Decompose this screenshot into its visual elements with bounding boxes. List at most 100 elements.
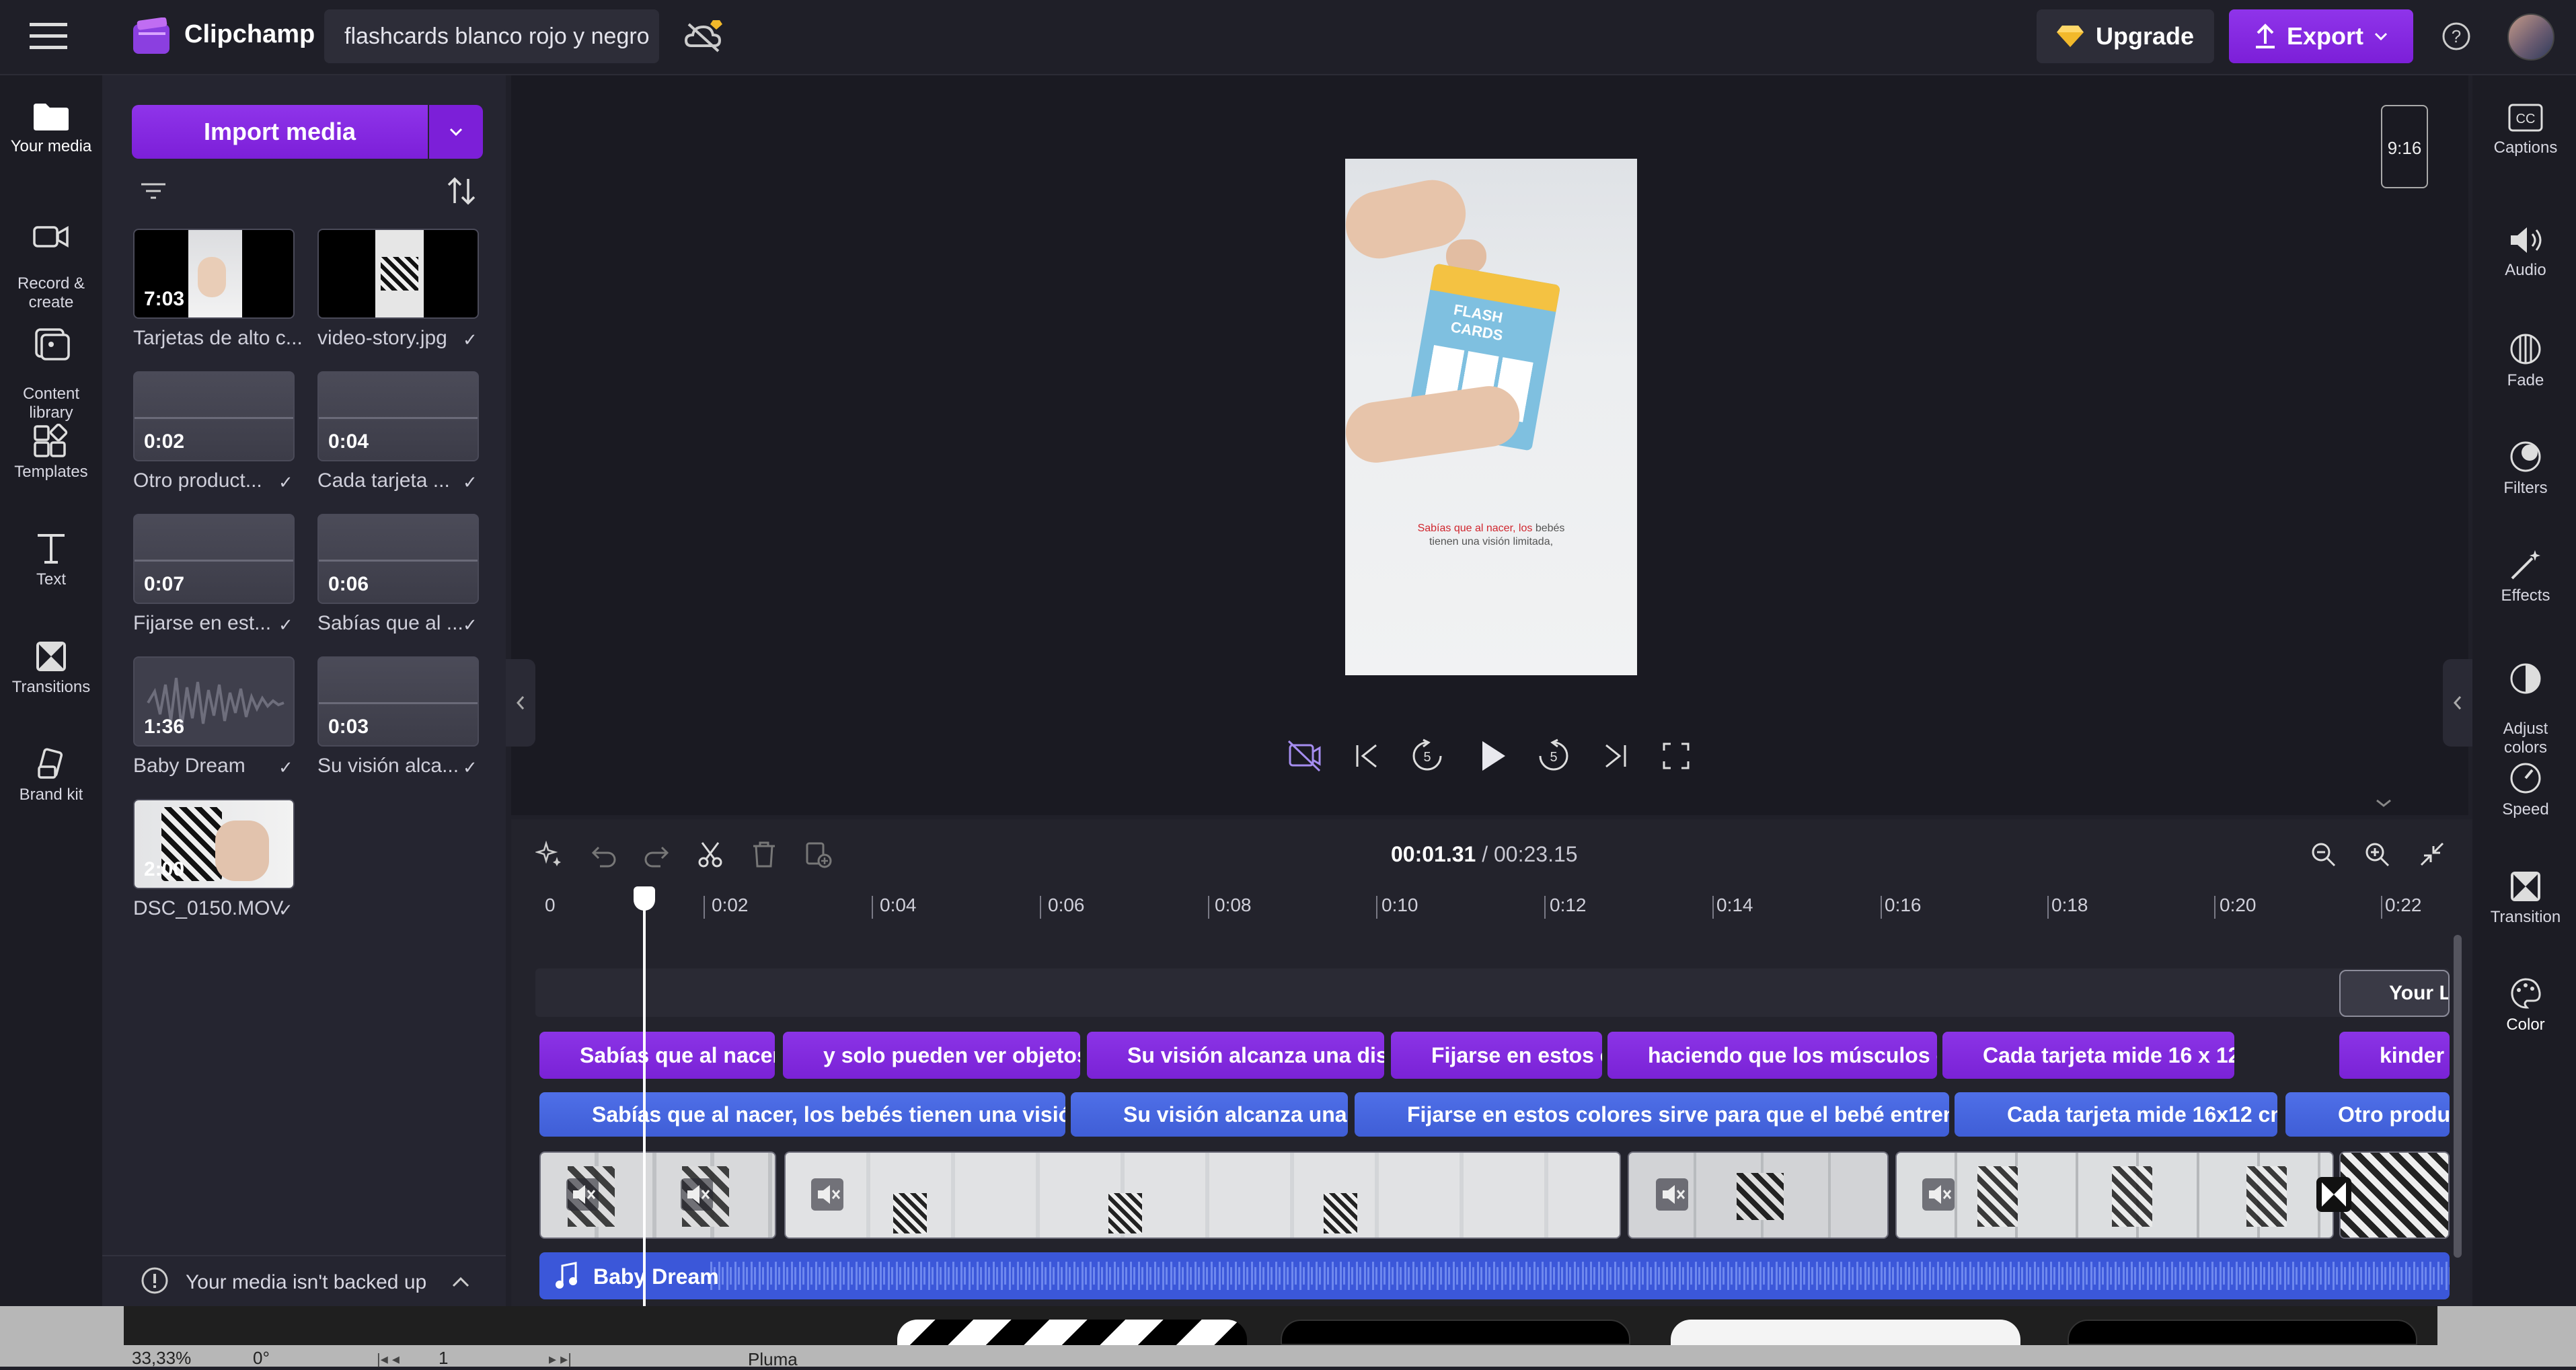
- cloud-sync-off-icon[interactable]: [683, 16, 726, 56]
- timeline-scrollbar[interactable]: [2454, 935, 2462, 1258]
- media-name: Otro product...: [133, 469, 262, 492]
- export-button[interactable]: Export: [2229, 9, 2413, 63]
- host-nav-icons-right[interactable]: ▸ ▸|: [549, 1350, 572, 1368]
- collapse-left-panel-button[interactable]: [506, 659, 535, 747]
- transition-marker-icon[interactable]: [2316, 1177, 2351, 1212]
- voiceover-clip[interactable]: Su visión alcanza una dis: [1071, 1092, 1348, 1137]
- video-clip[interactable]: [2339, 1151, 2450, 1239]
- media-thumbnail[interactable]: 0:04: [317, 371, 479, 461]
- sort-icon[interactable]: [447, 176, 476, 206]
- duplicate-icon[interactable]: [804, 841, 833, 869]
- upload-icon: [2255, 24, 2275, 48]
- split-scissors-icon[interactable]: [697, 841, 724, 869]
- voiceover-clip[interactable]: Otro produc: [2285, 1092, 2450, 1137]
- media-thumbnail[interactable]: 2:00: [133, 799, 295, 889]
- collapse-right-panel-button[interactable]: [2443, 659, 2472, 747]
- ai-preview-icon[interactable]: [1286, 737, 1324, 775]
- panel-filters[interactable]: Filters: [2482, 440, 2569, 498]
- check-icon: ✓: [463, 330, 478, 350]
- voiceover-clip[interactable]: Fijarse en estos colores sirve para que …: [1355, 1092, 1949, 1137]
- mute-icon[interactable]: [566, 1178, 599, 1211]
- panel-adjust-colors[interactable]: Adjust colors: [2482, 643, 2569, 776]
- redo-icon[interactable]: [643, 842, 670, 869]
- timeline-ruler[interactable]: [535, 892, 2466, 925]
- import-media-button[interactable]: Import media: [132, 105, 428, 159]
- media-thumbnail[interactable]: 0:06: [317, 514, 479, 604]
- playhead[interactable]: [643, 890, 646, 1307]
- forward-5-icon[interactable]: 5: [1535, 737, 1573, 775]
- panel-fade[interactable]: Fade: [2482, 332, 2569, 390]
- delete-icon[interactable]: [751, 841, 778, 869]
- skip-to-start-icon[interactable]: [1348, 737, 1386, 775]
- audio-clip[interactable]: Baby Dream: [539, 1252, 2450, 1299]
- media-thumbnail[interactable]: [317, 229, 479, 319]
- panel-speed[interactable]: Speed: [2482, 761, 2569, 819]
- host-nav-icons[interactable]: |◂ ◂: [377, 1350, 400, 1368]
- media-thumbnail[interactable]: 0:03: [317, 656, 479, 747]
- text-clip[interactable]: kinder: [2339, 1032, 2450, 1079]
- panel-color[interactable]: Color: [2482, 977, 2569, 1034]
- panel-audio[interactable]: Audio: [2482, 225, 2569, 280]
- media-thumbnail[interactable]: 0:02: [133, 371, 295, 461]
- host-angle-field[interactable]: 0°: [253, 1348, 270, 1369]
- fullscreen-icon[interactable]: [1657, 737, 1695, 775]
- help-icon[interactable]: ?: [2441, 22, 2471, 51]
- panel-label: Speed: [2502, 800, 2549, 819]
- play-button[interactable]: [1473, 737, 1511, 775]
- media-thumbnail[interactable]: 7:03: [133, 229, 295, 319]
- zoom-in-icon[interactable]: [2363, 841, 2390, 868]
- project-name-field[interactable]: flashcards blanco rojo y negro: [324, 9, 659, 63]
- backup-notice[interactable]: Your media isn't backed up: [102, 1255, 506, 1306]
- magic-icon[interactable]: [535, 841, 562, 868]
- overlay-clip[interactable]: Your L: [2339, 970, 2450, 1017]
- voiceover-clip[interactable]: Sabías que al nacer, los bebés tienen un…: [539, 1092, 1065, 1137]
- text-clip[interactable]: Su visión alcanza una dista: [1087, 1032, 1384, 1079]
- hamburger-menu-icon[interactable]: [30, 22, 67, 51]
- nav-your-media[interactable]: Your media: [0, 101, 102, 168]
- fit-timeline-icon[interactable]: [2419, 841, 2446, 868]
- import-dropdown-button[interactable]: [429, 105, 483, 159]
- panel-label: Transition: [2490, 908, 2561, 926]
- panel-captions[interactable]: CC Captions: [2482, 102, 2569, 157]
- mute-icon[interactable]: [1922, 1178, 1955, 1211]
- undo-icon[interactable]: [591, 842, 617, 869]
- text-clip[interactable]: haciendo que los músculos oc: [1607, 1032, 1937, 1079]
- video-clip[interactable]: [784, 1151, 1621, 1239]
- upgrade-button[interactable]: Upgrade: [2037, 9, 2214, 63]
- mute-icon[interactable]: [1656, 1178, 1688, 1211]
- nav-brand-kit[interactable]: Brand kit: [0, 747, 102, 804]
- nav-templates[interactable]: Templates: [0, 424, 102, 482]
- panel-effects[interactable]: Effects: [2482, 547, 2569, 605]
- rewind-5-icon[interactable]: 5: [1408, 737, 1446, 775]
- zoom-out-icon[interactable]: [2310, 841, 2337, 868]
- nav-text[interactable]: Text: [0, 531, 102, 589]
- text-clip[interactable]: Fijarse en estos co: [1391, 1032, 1602, 1079]
- host-zoom-field[interactable]: 33,33%: [132, 1348, 191, 1369]
- text-clip[interactable]: y solo pueden ver objetos c: [783, 1032, 1080, 1079]
- avatar[interactable]: [2507, 13, 2554, 61]
- nav-label: Your media: [10, 137, 92, 155]
- host-page-field[interactable]: 1: [439, 1348, 448, 1369]
- chevron-down-icon: [2374, 32, 2388, 41]
- tick-label: 0:22: [2385, 895, 2422, 915]
- text-clip[interactable]: Sabías que al nacer,: [539, 1032, 775, 1079]
- nav-content-library[interactable]: Content library: [0, 308, 102, 441]
- panel-transition[interactable]: Transition: [2482, 869, 2569, 927]
- nav-transitions[interactable]: Transitions: [0, 639, 102, 697]
- media-duration: 2:00: [144, 858, 185, 880]
- text-clip[interactable]: Cada tarjeta mide 16 x 12 c: [1942, 1032, 2234, 1079]
- filters-icon: [2510, 441, 2541, 472]
- media-thumbnail[interactable]: 0:07: [133, 514, 295, 604]
- mute-icon[interactable]: [681, 1178, 713, 1211]
- media-thumbnail[interactable]: 1:36: [133, 656, 295, 747]
- mute-icon[interactable]: [811, 1178, 843, 1211]
- playhead-handle[interactable]: [634, 886, 655, 911]
- video-clip[interactable]: [1895, 1151, 2334, 1239]
- chevron-down-icon[interactable]: [2373, 796, 2394, 810]
- filter-icon[interactable]: [140, 180, 167, 202]
- flashcards-logo: FLASH CARDS: [1449, 301, 1505, 344]
- skip-to-end-icon[interactable]: [1597, 737, 1634, 775]
- aspect-ratio-button[interactable]: 9:16: [2381, 105, 2428, 188]
- voiceover-clip-label: Otro produc: [2338, 1102, 2450, 1127]
- voiceover-clip[interactable]: Cada tarjeta mide 16x12 cm co: [1955, 1092, 2277, 1137]
